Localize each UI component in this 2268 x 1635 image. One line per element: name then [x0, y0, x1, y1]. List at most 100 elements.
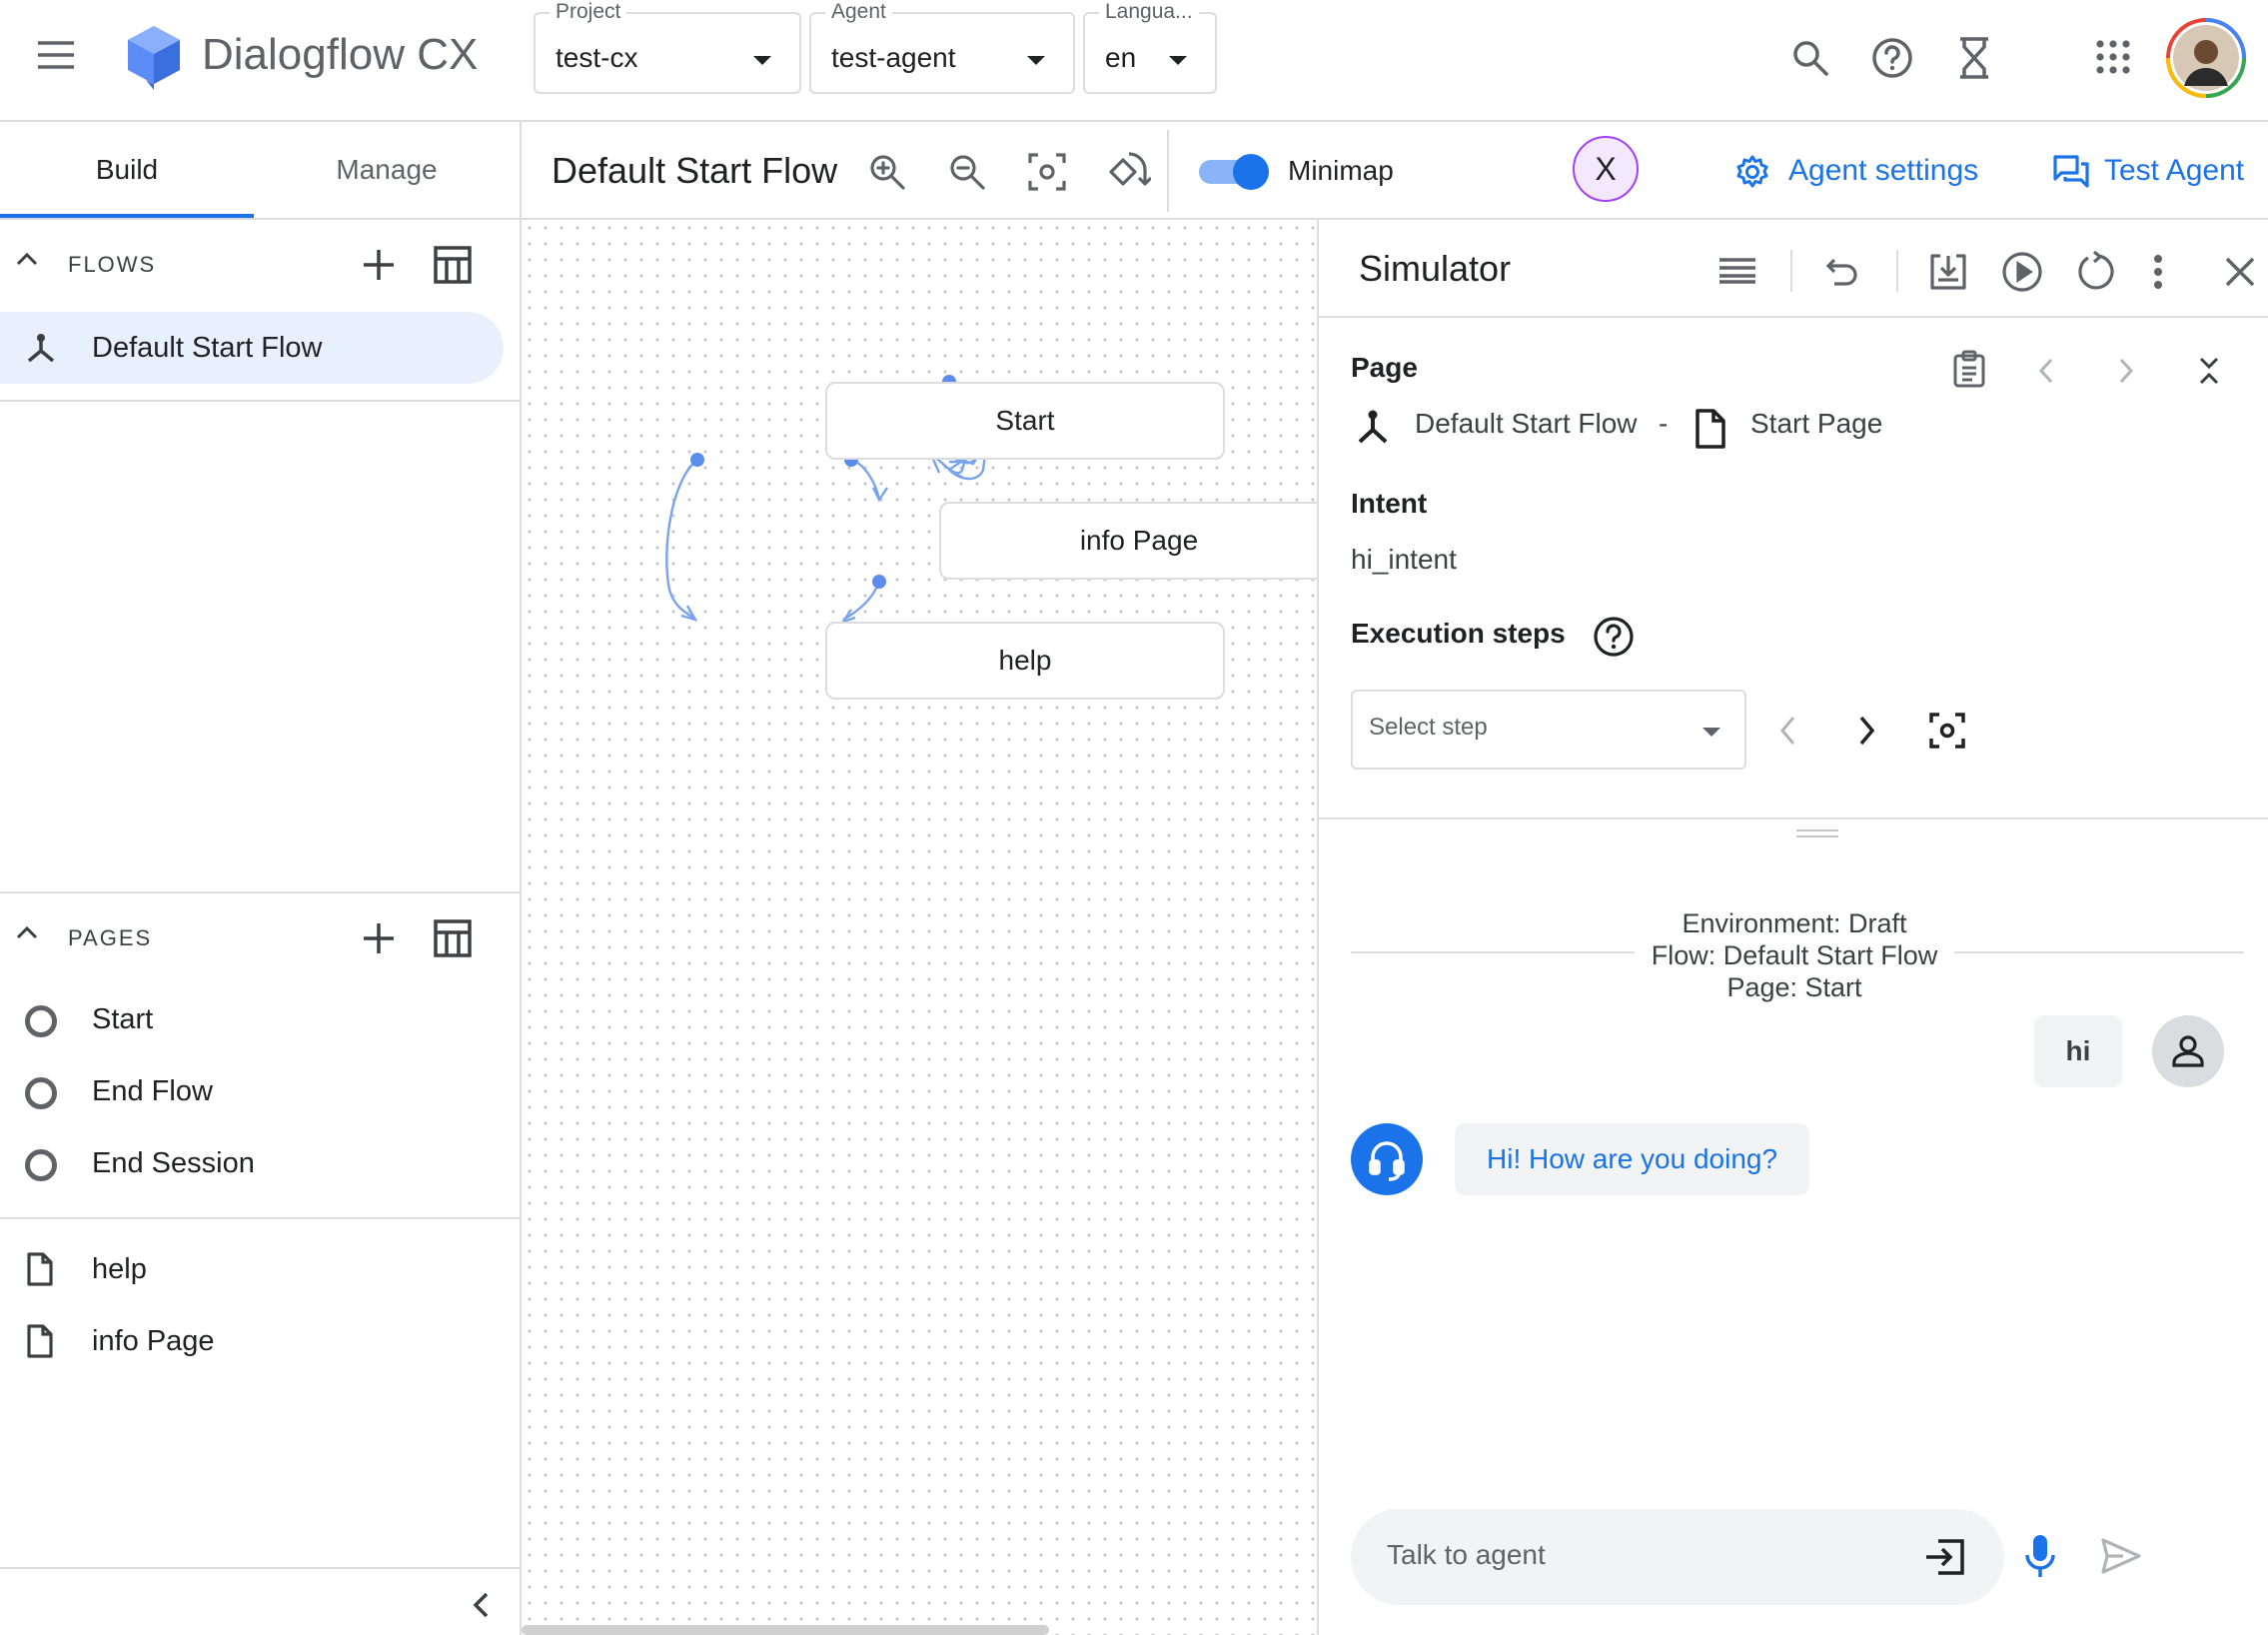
- fit-to-screen-icon[interactable]: [1027, 152, 1067, 192]
- sim-separator: -: [1659, 408, 1669, 439]
- flow-item-default-start-flow[interactable]: Default Start Flow: [0, 312, 504, 384]
- collapse-sidebar-icon[interactable]: [472, 1591, 490, 1619]
- language-select-label: Langua...: [1099, 0, 1199, 24]
- select-step-dropdown[interactable]: Select step: [1351, 690, 1746, 770]
- page-heading: Page: [1351, 352, 1418, 383]
- send-icon[interactable]: [2100, 1537, 2142, 1575]
- language-select[interactable]: Langua... en: [1083, 0, 1217, 94]
- list-view-icon[interactable]: [1718, 256, 1756, 286]
- env-line-page: Page: Start: [1726, 972, 1862, 1002]
- clipboard-icon[interactable]: [1952, 350, 1986, 388]
- talk-to-agent-input[interactable]: Talk to agent: [1351, 1509, 2004, 1605]
- graph-node-start[interactable]: Start: [825, 382, 1225, 460]
- simulator-title: Simulator: [1359, 248, 1512, 289]
- flows-divider: [0, 400, 520, 402]
- page-item-label: End Session: [92, 1147, 255, 1179]
- play-icon[interactable]: [2000, 250, 2044, 294]
- agent-message: Hi! How are you doing?: [1455, 1123, 1810, 1195]
- sim-toolbar-sep: [1896, 250, 1898, 292]
- project-select-label: Project: [550, 0, 627, 24]
- zoom-in-icon[interactable]: [867, 152, 907, 192]
- page-icon: [26, 1251, 54, 1287]
- agent-settings-link[interactable]: Agent settings: [1788, 154, 1978, 188]
- intent-value: hi_intent: [1351, 544, 1457, 575]
- pages-table-icon[interactable]: [434, 919, 472, 957]
- talk-to-agent-placeholder: Talk to agent: [1387, 1539, 1546, 1570]
- chevron-down-icon: [1702, 728, 1720, 737]
- page-icon: [1695, 408, 1726, 450]
- page-item-label: Start: [92, 1003, 154, 1035]
- minimap-label: Minimap: [1288, 155, 1394, 186]
- intent-heading: Intent: [1351, 488, 1428, 519]
- menu-icon[interactable]: [36, 40, 76, 70]
- page-item-start[interactable]: Start: [0, 983, 510, 1055]
- avatar[interactable]: [2166, 18, 2246, 98]
- page-item-info-page[interactable]: info Page: [0, 1305, 510, 1377]
- dialogflow-logo: [126, 24, 182, 92]
- agent-avatar-icon: [1351, 1123, 1423, 1195]
- step-next-icon[interactable]: [1858, 716, 1876, 746]
- pages-top-divider: [0, 891, 520, 893]
- more-vert-icon[interactable]: [2152, 254, 2164, 290]
- tab-manage[interactable]: Manage: [260, 122, 514, 218]
- flow-icon: [1355, 410, 1391, 446]
- sim-header-divider: [1319, 316, 2268, 318]
- environment-info: Environment: Draft Flow: Default Start F…: [1635, 907, 1954, 1003]
- add-page-icon[interactable]: [362, 921, 396, 955]
- chevron-right-icon[interactable]: [2118, 358, 2134, 384]
- chevron-left-icon[interactable]: [2038, 358, 2054, 384]
- graph-node-help[interactable]: help: [825, 622, 1225, 700]
- page-item-help[interactable]: help: [0, 1233, 510, 1305]
- close-badge[interactable]: X: [1573, 136, 1639, 202]
- page-item-end-session[interactable]: End Session: [0, 1127, 510, 1199]
- flow-canvas[interactable]: Start info Page help: [522, 220, 1339, 1635]
- env-line-environment: Environment: Draft: [1682, 908, 1907, 938]
- gear-icon[interactable]: [1734, 154, 1770, 190]
- sim-page-name: Start Page: [1750, 408, 1883, 439]
- auto-layout-icon[interactable]: [1105, 148, 1151, 194]
- flow-icon: [24, 333, 58, 365]
- help-icon[interactable]: [1870, 36, 1914, 80]
- apps-grid-icon[interactable]: [2096, 40, 2130, 74]
- add-flow-icon[interactable]: [362, 248, 396, 282]
- execution-help-icon[interactable]: [1593, 616, 1635, 658]
- canvas-scrollbar[interactable]: [522, 1625, 1049, 1635]
- project-select-value: test-cx: [556, 42, 638, 73]
- step-prev-icon[interactable]: [1778, 716, 1796, 746]
- page-item-end-flow[interactable]: End Flow: [0, 1055, 510, 1127]
- page-end-session-ring-icon: [25, 1149, 57, 1181]
- microphone-icon[interactable]: [2024, 1533, 2056, 1579]
- toolbar-divider: [1167, 130, 1169, 212]
- flow-title: Default Start Flow: [552, 150, 838, 191]
- minimap-toggle[interactable]: [1199, 154, 1273, 190]
- collapse-icon[interactable]: [2198, 356, 2220, 386]
- flows-table-icon[interactable]: [434, 246, 472, 284]
- drag-handle[interactable]: [1796, 829, 1838, 837]
- pages-collapse-icon[interactable]: [16, 925, 38, 939]
- pages-builtin-divider: [0, 1217, 520, 1219]
- chevron-down-icon: [1027, 56, 1045, 65]
- search-icon[interactable]: [1790, 38, 1830, 78]
- agent-select[interactable]: Agent test-agent: [809, 0, 1075, 94]
- download-icon[interactable]: [1928, 252, 1968, 292]
- tab-build[interactable]: Build: [0, 122, 254, 218]
- project-select[interactable]: Project test-cx: [534, 0, 801, 94]
- close-icon[interactable]: [2224, 256, 2256, 288]
- minimap-toggle-knob: [1233, 154, 1269, 190]
- flows-header: FLOWS: [68, 252, 157, 277]
- input-mode-icon[interactable]: [1924, 1537, 1966, 1577]
- graph-node-info-page[interactable]: info Page: [939, 502, 1339, 580]
- select-step-placeholder: Select step: [1369, 714, 1488, 741]
- reset-icon[interactable]: [2074, 250, 2114, 294]
- language-select-value: en: [1105, 42, 1137, 73]
- page-item-label: End Flow: [92, 1075, 213, 1107]
- page-item-label: help: [92, 1253, 147, 1285]
- chat-icon[interactable]: [2052, 154, 2090, 190]
- undo-icon[interactable]: [1824, 256, 1860, 290]
- test-agent-link[interactable]: Test Agent: [2104, 154, 2244, 188]
- page-start-ring-icon: [25, 1005, 57, 1037]
- hourglass-icon[interactable]: [1956, 36, 1992, 80]
- flows-collapse-icon[interactable]: [16, 252, 38, 266]
- zoom-out-icon[interactable]: [947, 152, 987, 192]
- focus-step-icon[interactable]: [1928, 712, 1966, 750]
